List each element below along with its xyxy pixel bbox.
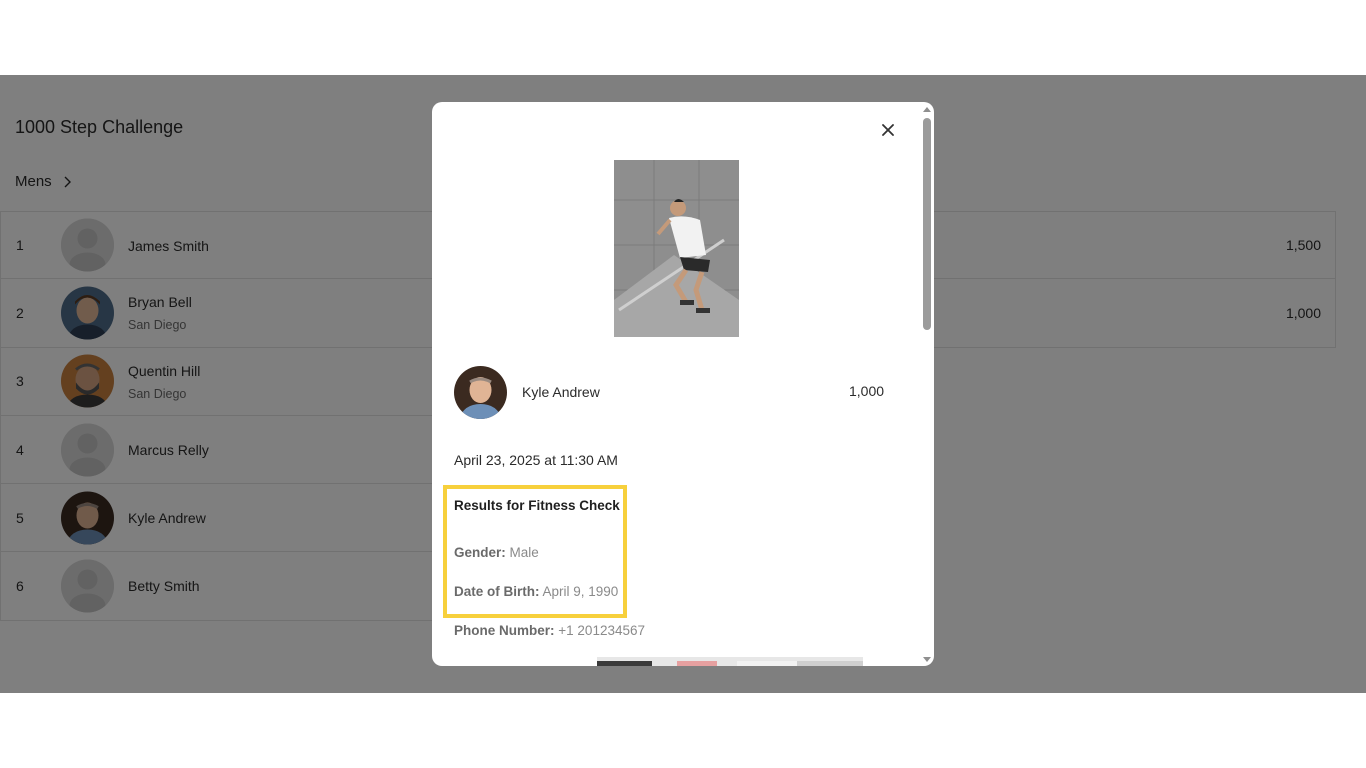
dob-value: April 9, 1990 — [542, 584, 619, 599]
participant-avatar — [454, 366, 507, 419]
scroll-down-icon[interactable] — [921, 653, 933, 665]
gender-value: Male — [509, 545, 539, 560]
gender-label: Gender: — [454, 545, 506, 560]
phone-value: +1 201234567 — [558, 623, 645, 638]
dob-field: Date of Birth: April 9, 1990 — [454, 584, 618, 599]
participant-name: Kyle Andrew — [522, 384, 600, 400]
submission-timestamp: April 23, 2025 at 11:30 AM — [454, 452, 618, 468]
phone-label: Phone Number: — [454, 623, 555, 638]
gender-field: Gender: Male — [454, 545, 539, 560]
phone-field: Phone Number: +1 201234567 — [454, 623, 645, 638]
scrollbar-thumb[interactable] — [923, 118, 931, 330]
results-title: Results for Fitness Check — [454, 498, 620, 513]
participant-score: 1,000 — [849, 383, 885, 399]
submission-photo — [614, 160, 739, 337]
dob-label: Date of Birth: — [454, 584, 540, 599]
attachment-image-partial — [597, 657, 863, 666]
close-icon[interactable] — [878, 120, 898, 140]
scroll-up-icon[interactable] — [921, 104, 933, 116]
